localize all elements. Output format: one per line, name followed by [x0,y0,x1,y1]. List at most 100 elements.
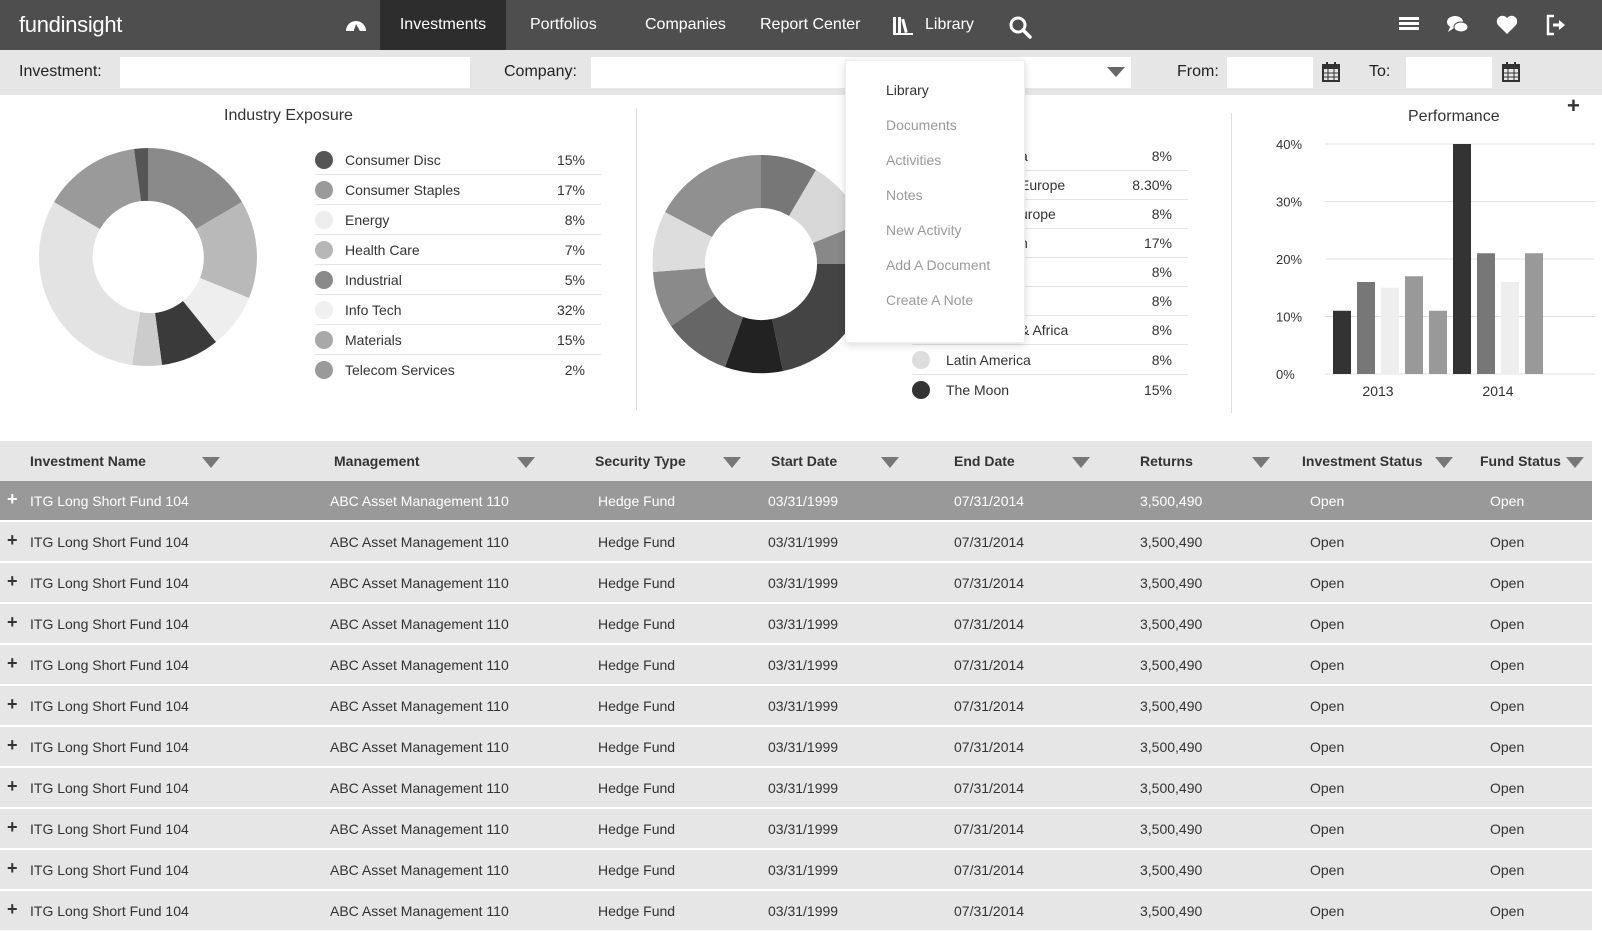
expand-row-icon[interactable]: + [7,613,18,631]
chat-icon[interactable] [1446,13,1470,37]
sort-arrow-icon[interactable] [1252,457,1270,468]
list-icon[interactable] [1397,13,1421,37]
nav-library[interactable]: Library [925,0,974,50]
table-row[interactable]: + ITG Long Short Fund 104 ABC Asset Manage… [0,686,1592,726]
table-row[interactable]: + ITG Long Short Fund 104 ABC Asset Manage… [0,522,1592,562]
from-calendar-icon[interactable] [1322,62,1340,82]
cell-security-type: Hedge Fund [598,493,676,509]
books-icon [893,17,913,35]
cell-fund-status: Open [1490,657,1525,673]
legend-dot [315,151,333,169]
expand-row-icon[interactable]: + [7,818,18,836]
cell-investment-status: Open [1310,616,1345,632]
expand-row-icon[interactable]: + [7,736,18,754]
col-security-type[interactable]: Security Type [595,453,686,469]
cell-end-date: 07/31/2014 [954,739,1025,755]
nav-companies[interactable]: Companies [645,0,726,50]
cell-management: ABC Asset Management 110 [330,780,509,796]
to-calendar-icon[interactable] [1502,62,1520,82]
table-row[interactable]: + ITG Long Short Fund 104 ABC Asset Manage… [0,481,1592,521]
cell-investment-status: Open [1310,493,1345,509]
col-investment-name[interactable]: Investment Name [30,453,146,469]
expand-row-icon[interactable]: + [7,572,18,590]
cell-fund-status: Open [1490,575,1525,591]
cell-start-date: 03/31/1999 [768,657,839,673]
expand-row-icon[interactable]: + [7,490,18,508]
sort-arrow-icon[interactable] [881,457,899,468]
menu-item-new-activity[interactable]: New Activity [886,222,961,238]
legend-value: 8% [1151,352,1172,368]
legend-row: Health Care 7% [315,235,601,265]
col-end-date[interactable]: End Date [954,453,1015,469]
sort-arrow-icon[interactable] [202,457,220,468]
cell-investment-status: Open [1310,698,1345,714]
search-icon[interactable] [1008,15,1032,39]
cell-fund-status: Open [1490,862,1525,878]
add-widget-button[interactable]: + [1567,93,1580,119]
expand-row-icon[interactable]: + [7,859,18,877]
expand-row-icon[interactable]: + [7,777,18,795]
nav-investments[interactable]: Investments [380,0,506,50]
menu-item-activities[interactable]: Activities [886,152,941,168]
app-logo[interactable]: fundinsight [19,12,122,38]
table-row[interactable]: + ITG Long Short Fund 104 ABC Asset Manage… [0,809,1592,849]
cell-fund-status: Open [1490,903,1525,919]
from-date-input[interactable] [1227,57,1313,88]
dashboard-icon[interactable] [344,13,368,37]
table-row[interactable]: + ITG Long Short Fund 104 ABC Asset Manage… [0,850,1592,890]
menu-item-library[interactable]: Library [886,82,929,98]
y-tick-label: 0% [1276,367,1295,382]
cell-investment-name: ITG Long Short Fund 104 [30,657,189,673]
filter-bar: Investment: Company: From: To: [0,50,1602,95]
expand-row-icon[interactable]: + [7,900,18,918]
legend-label: Industrial [345,272,402,288]
cell-start-date: 03/31/1999 [768,698,839,714]
heart-icon[interactable] [1495,13,1519,37]
col-fund-status[interactable]: Fund Status [1480,453,1561,469]
cell-end-date: 07/31/2014 [954,862,1025,878]
table-row[interactable]: + ITG Long Short Fund 104 ABC Asset Manage… [0,563,1592,603]
nav-report-center[interactable]: Report Center [760,0,861,50]
cell-investment-name: ITG Long Short Fund 104 [30,739,189,755]
table-row[interactable]: + ITG Long Short Fund 104 ABC Asset Manage… [0,645,1592,685]
expand-row-icon[interactable]: + [7,695,18,713]
company-dropdown-arrow-icon[interactable] [1107,67,1125,77]
sort-arrow-icon[interactable] [723,457,741,468]
to-date-input[interactable] [1406,57,1492,88]
col-returns[interactable]: Returns [1140,453,1193,469]
col-start-date[interactable]: Start Date [771,453,837,469]
sort-arrow-icon[interactable] [1435,457,1453,468]
expand-row-icon[interactable]: + [7,654,18,672]
sort-arrow-icon[interactable] [517,457,535,468]
sort-arrow-icon[interactable] [1072,457,1090,468]
menu-item-create-note[interactable]: Create A Note [886,292,973,308]
cell-security-type: Hedge Fund [598,575,676,591]
bar [1525,253,1543,374]
col-investment-status[interactable]: Investment Status [1302,453,1423,469]
performance-title: Performance [1408,108,1500,125]
table-row[interactable]: + ITG Long Short Fund 104 ABC Asset Manage… [0,768,1592,808]
legend-label: Telecom Services [345,362,455,378]
table-row[interactable]: + ITG Long Short Fund 104 ABC Asset Manage… [0,891,1592,931]
menu-item-documents[interactable]: Documents [886,117,957,133]
logout-icon[interactable] [1544,13,1568,37]
cell-start-date: 03/31/1999 [768,739,839,755]
col-management[interactable]: Management [334,453,420,469]
nav-portfolios[interactable]: Portfolios [530,0,597,50]
investment-input[interactable] [120,57,470,88]
cell-fund-status: Open [1490,616,1525,632]
menu-item-notes[interactable]: Notes [886,187,923,203]
legend-row: Materials 15% [315,325,601,355]
table-header: Investment Name Management Security Type… [0,441,1592,481]
legend-dot [315,181,333,199]
table-row[interactable]: + ITG Long Short Fund 104 ABC Asset Manage… [0,604,1592,644]
table-row[interactable]: + ITG Long Short Fund 104 ABC Asset Manage… [0,727,1592,767]
expand-row-icon[interactable]: + [7,531,18,549]
legend-row: Info Tech 32% [315,295,601,325]
sort-arrow-icon[interactable] [1566,457,1584,468]
cell-management: ABC Asset Management 110 [330,903,509,919]
menu-item-add-document[interactable]: Add A Document [886,257,990,273]
to-label: To: [1369,63,1391,80]
industry-exposure-title: Industry Exposure [224,107,353,124]
legend-label: & Africa [1020,322,1069,338]
